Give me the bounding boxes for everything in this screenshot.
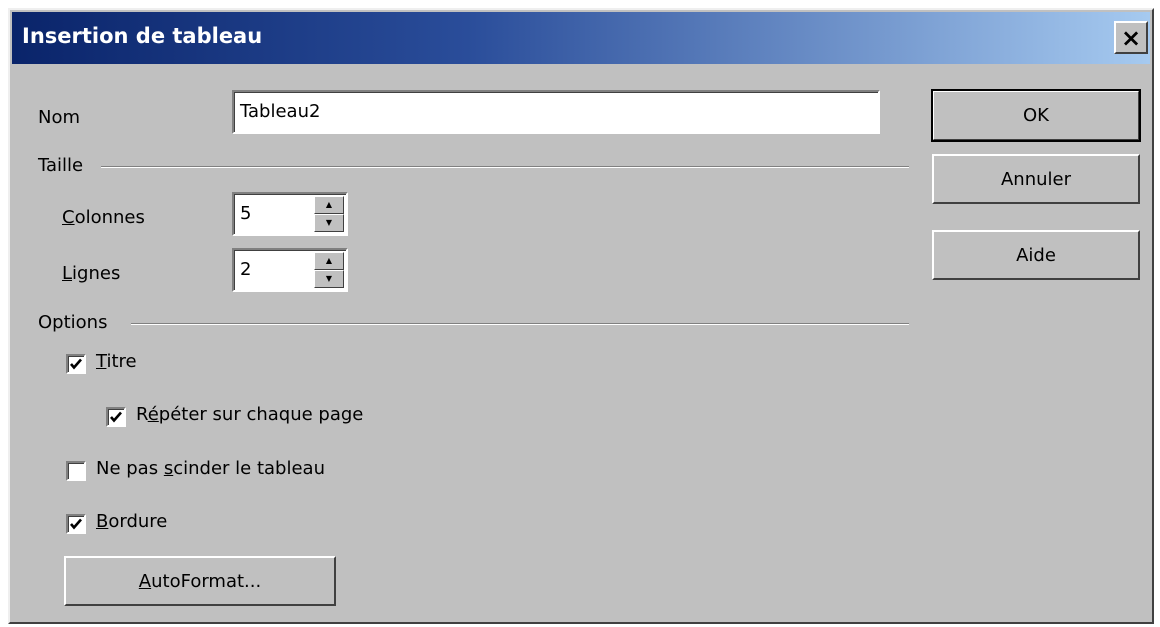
repeter-checkbox[interactable] [106,407,126,427]
repeter-label: Répéter sur chaque page [136,404,364,425]
ok-label: OK [1023,105,1049,126]
nom-label: Nom [38,107,81,128]
colonnes-spinbox[interactable]: 5 ▲ ▼ [232,192,348,236]
close-button[interactable]: × [1114,21,1148,54]
autoformat-label: AutoFormat... [138,570,262,592]
ne-pas-scinder-checkbox[interactable] [66,461,86,481]
colonnes-value: 5 [240,203,252,224]
help-label: Aide [1016,244,1056,266]
lignes-spinbox[interactable]: 2 ▲ ▼ [232,248,348,292]
colonnes-spin-down-icon[interactable]: ▼ [314,214,344,232]
titre-label: Titre [96,351,137,372]
nom-input-value: Tableau2 [240,101,321,122]
nom-input[interactable]: Tableau2 [232,90,880,134]
ok-button[interactable]: OK [931,89,1141,142]
ne-pas-scinder-label: Ne pas scinder le tableau [96,458,325,479]
titre-checkbox[interactable] [66,354,86,374]
colonnes-label: Colonnes [62,207,145,228]
autoformat-button[interactable]: AutoFormat... [64,556,336,606]
options-separator [131,323,909,325]
title-bar[interactable]: Insertion de tableau × [12,12,1150,64]
taille-section-label: Taille [38,155,84,176]
cancel-button[interactable]: Annuler [932,154,1140,204]
bordure-label: Bordure [96,511,168,532]
cancel-label: Annuler [1000,168,1071,190]
help-button[interactable]: Aide [932,230,1140,280]
dialog-title: Insertion de tableau [22,24,263,48]
options-section-label: Options [38,312,108,333]
checkmark-icon [110,411,122,423]
close-icon: × [1120,23,1142,52]
bordure-checkbox[interactable] [66,514,86,534]
checkmark-icon [70,518,82,530]
taille-separator [101,166,909,168]
colonnes-spin-up-icon[interactable]: ▲ [314,196,344,214]
lignes-spin-down-icon[interactable]: ▼ [314,270,344,288]
checkmark-icon [70,358,82,370]
lignes-spin-up-icon[interactable]: ▲ [314,252,344,270]
lignes-label: Lignes [62,263,121,284]
dialog-window: Insertion de tableau × Nom Tableau2 Tail… [8,8,1154,624]
lignes-value: 2 [240,259,252,280]
